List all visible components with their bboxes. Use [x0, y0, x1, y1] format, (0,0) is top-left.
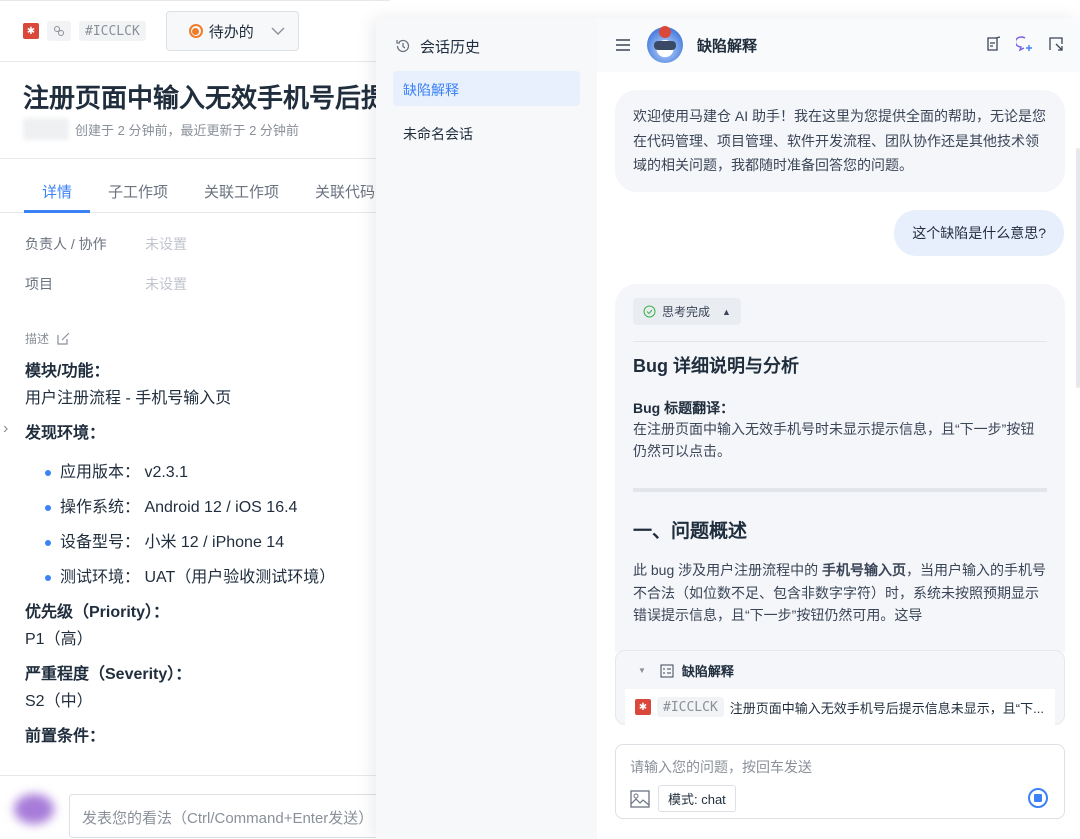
list-item: 操作系统： Android 12 / iOS 16.4: [25, 490, 385, 525]
issue-id: #ICCLCK: [657, 697, 724, 717]
history-icon: [396, 39, 410, 53]
answer-title: Bug 详细说明与分析: [633, 356, 799, 376]
note-icon[interactable]: [986, 36, 1002, 52]
priority-label: 优先级（Priority）：: [25, 604, 170, 621]
bug-icon: ✱: [635, 699, 651, 715]
stop-button[interactable]: [1028, 788, 1048, 808]
divider: [633, 341, 1047, 342]
status-label: 待办的: [208, 23, 254, 41]
description-body: 模块/功能： 用户注册流程 - 手机号输入页 发现环境： 应用版本： v2.3.…: [25, 358, 385, 750]
avatar: [14, 794, 54, 824]
field-value[interactable]: 未设置: [145, 274, 187, 294]
issue-id[interactable]: #ICCLCK: [79, 21, 146, 41]
precondition-label: 前置条件：: [25, 728, 106, 745]
field-label: 负责人 / 协作: [25, 236, 107, 252]
history-item[interactable]: 缺陷解释: [393, 71, 580, 106]
issue-title: 注册页面中输入无效手机号后提: [23, 83, 388, 113]
context-header[interactable]: ▼ 缺陷解释: [616, 651, 1064, 680]
priority-value: P1（高）: [25, 631, 93, 648]
assistant-answer: 思考完成 ▲ Bug 详细说明与分析 Bug 标题翻译： 在注册页面中输入无效手…: [615, 284, 1065, 652]
para-text: 此 bug 涉及用户注册流程中的: [633, 562, 823, 578]
status-dot-icon: [188, 24, 203, 38]
bug-icon: ✱: [23, 23, 39, 39]
para-bold: 手机号输入页: [822, 562, 907, 578]
check-circle-icon: [643, 305, 656, 318]
section-paragraph: 此 bug 涉及用户注册流程中的 手机号输入页，当用户输入的手机号不合法（如位数…: [633, 559, 1047, 627]
chat-header: 缺陷解释: [597, 18, 1080, 72]
module-label: 模块/功能：: [25, 363, 110, 380]
list-item: 应用版本： v2.3.1: [25, 455, 385, 490]
list-item: 测试环境： UAT（用户验收测试环境）: [25, 560, 385, 595]
issue-timestamps: 创建于 2 分钟前，最近更新于 2 分钟前: [75, 122, 299, 138]
field-label: 项目: [25, 276, 53, 292]
mode-selector[interactable]: 模式: chat: [658, 785, 736, 812]
issue-toolbar: ✱ #ICCLCK 待办的: [0, 0, 390, 62]
comment-bar: 发表您的看法（Ctrl/Command+Enter发送）: [0, 775, 399, 839]
author-avatar: [23, 118, 69, 140]
history-item[interactable]: 未命名会话: [393, 115, 580, 150]
answer-subheading: Bug 标题翻译：: [633, 400, 735, 416]
chat-area: 缺陷解释 欢迎使用马建仓 AI 助手！我在这里为您提供全面的帮助，无论是您在代码…: [597, 18, 1080, 839]
section-heading: 一、问题概述: [633, 521, 748, 542]
history-header: 会话历史: [393, 36, 580, 56]
history-sidebar: 会话历史 缺陷解释 未命名会话: [376, 18, 597, 839]
env-list: 应用版本： v2.3.1 操作系统： Android 12 / iOS 16.4…: [25, 455, 385, 595]
context-issue-title: 注册页面中输入无效手机号后提示信息未显示，且“下...: [729, 700, 1044, 716]
comment-input[interactable]: 发表您的看法（Ctrl/Command+Enter发送）: [69, 794, 399, 838]
list-item: 设备型号： 小米 12 / iPhone 14: [25, 525, 385, 560]
checklist-icon: [660, 664, 674, 677]
issue-detail-page: ✱ #ICCLCK 待办的 注册页面中输入无效手机号后提 创建于 2 分钟前，最…: [0, 0, 399, 839]
caret-up-icon: ▲: [722, 306, 731, 317]
description-label: 描述: [25, 332, 50, 346]
history-title: 会话历史: [420, 38, 481, 56]
chevron-right-icon[interactable]: ›: [3, 420, 8, 438]
thinking-toggle[interactable]: 思考完成 ▲: [633, 298, 741, 325]
issue-meta: 创建于 2 分钟前，最近更新于 2 分钟前: [23, 118, 299, 140]
issue-tabs: 详情 子工作项 关联工作项 关联代码: [0, 158, 390, 213]
thinking-label: 思考完成: [662, 305, 711, 319]
menu-icon[interactable]: [615, 38, 631, 52]
new-chat-icon[interactable]: [1016, 36, 1034, 52]
field-value[interactable]: 未设置: [145, 234, 187, 254]
field-assignee[interactable]: 负责人 / 协作 未设置: [25, 234, 187, 254]
env-label: 发现环境：: [25, 425, 106, 442]
context-title: 缺陷解释: [681, 664, 734, 679]
context-issue[interactable]: ✱ #ICCLCK 注册页面中输入无效手机号后提示信息未显示，且“下...: [625, 689, 1055, 725]
chevron-down-icon: [271, 27, 285, 35]
assistant-welcome-message: 欢迎使用马建仓 AI 助手！我在这里为您提供全面的帮助，无论是您在代码管理、项目…: [615, 90, 1065, 192]
assistant-avatar: [647, 26, 683, 63]
severity-label: 严重程度（Severity）：: [25, 666, 192, 683]
divider: [633, 488, 1047, 492]
tab-linked-items[interactable]: 关联工作项: [186, 159, 297, 213]
user-message: 这个缺陷是什么意思?: [894, 210, 1064, 256]
image-icon[interactable]: [630, 789, 650, 808]
chat-input-placeholder[interactable]: 请输入您的问题，按回车发送: [630, 757, 812, 777]
message-list: 欢迎使用马建仓 AI 助手！我在这里为您提供全面的帮助，无论是您在代码管理、项目…: [597, 72, 1080, 652]
module-value: 用户注册流程 - 手机号输入页: [25, 390, 232, 407]
answer-translation: 在注册页面中输入无效手机号时未显示提示信息，且“下一步”按钮仍然可以点击。: [633, 421, 1035, 459]
edit-icon[interactable]: [57, 332, 70, 345]
chat-title: 缺陷解释: [697, 37, 758, 55]
field-project[interactable]: 项目 未设置: [25, 274, 187, 294]
status-dropdown[interactable]: 待办的: [165, 11, 299, 51]
description-header: 描述: [25, 330, 70, 347]
header-actions: [986, 36, 1064, 52]
severity-value: S2（中）: [25, 693, 93, 710]
link-icon: [54, 26, 64, 36]
link-button[interactable]: [47, 21, 71, 41]
tab-details[interactable]: 详情: [24, 159, 91, 213]
tab-subitems[interactable]: 子工作项: [90, 159, 186, 213]
caret-down-icon: ▼: [638, 666, 646, 675]
chat-input[interactable]: 请输入您的问题，按回车发送 模式: chat: [615, 744, 1065, 819]
scrollbar[interactable]: [1076, 148, 1080, 388]
ai-assistant-panel: 会话历史 缺陷解释 未命名会话 缺陷解释 欢迎使用马建仓 AI 助手！我在这里为…: [376, 18, 1080, 839]
context-card: ▼ 缺陷解释 ✱ #ICCLCK 注册页面中输入无效手机号后提示信息未显示，且“…: [615, 650, 1065, 725]
input-toolbar: 模式: chat: [630, 785, 736, 812]
collapse-icon[interactable]: [1048, 36, 1064, 52]
